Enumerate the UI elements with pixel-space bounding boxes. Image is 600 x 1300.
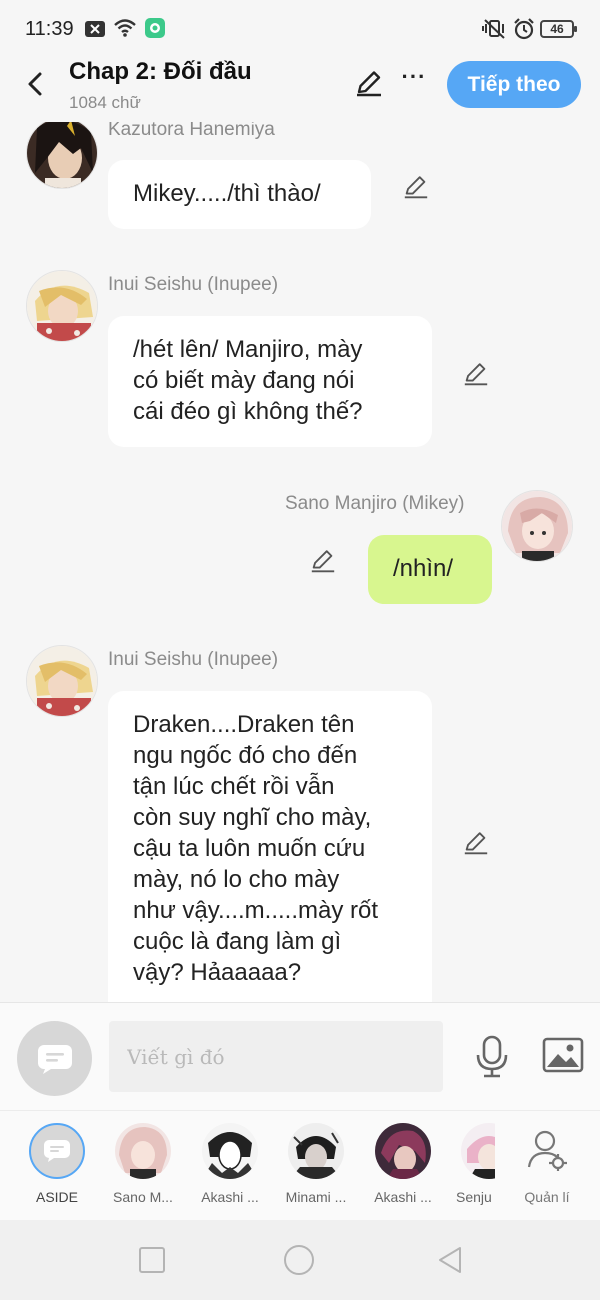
character-akashi-2[interactable]: Akashi ... <box>363 1123 443 1213</box>
character-sano[interactable]: Sano M... <box>103 1123 183 1213</box>
message-line: cuộc là đang làm gì <box>133 928 342 955</box>
message-line: như vậy....m.....mày rốt <box>133 897 379 924</box>
message-line: Draken....Draken tên <box>133 711 355 738</box>
more-options-icon[interactable]: ··· <box>400 66 428 96</box>
avatar-image <box>27 122 97 188</box>
character-label: Akashi ... <box>201 1189 259 1205</box>
message-line: cậu ta luôn muốn cứu <box>133 835 366 862</box>
vibrate-icon <box>482 19 505 39</box>
image-icon[interactable] <box>542 1037 584 1075</box>
word-count: 1084 chữ <box>69 93 141 112</box>
wifi-icon <box>114 19 136 37</box>
character-selector: ASIDE Sano M... Akashi ... Minami ... Ak… <box>0 1110 600 1220</box>
avatar-image <box>115 1123 171 1179</box>
message-line: cái đéo gì không thế? <box>133 398 363 425</box>
back-button[interactable] <box>20 66 50 102</box>
message-line: tận lúc chết rồi vẫn <box>133 773 335 800</box>
sender-name: Kazutora Hanemiya <box>108 122 275 140</box>
character-avatar <box>202 1123 258 1179</box>
avatar-inui[interactable] <box>26 270 98 342</box>
chat-bubble-icon <box>44 1140 70 1162</box>
user-settings-icon <box>527 1130 567 1171</box>
character-minami[interactable]: Minami ... <box>276 1123 356 1213</box>
compose-bar <box>0 1002 600 1110</box>
app-notification-icon <box>145 18 165 38</box>
message-line: mày, nó lo cho mày <box>133 866 340 893</box>
chapter-header: Chap 2: Đối đầu 1084 chữ ··· Tiếp theo <box>0 58 600 122</box>
sender-name: Sano Manjiro (Mikey) <box>285 493 465 514</box>
message-bubble[interactable]: Mikey...../thì thào/ <box>108 160 371 229</box>
manage-characters-button[interactable]: Quản lí <box>507 1123 587 1213</box>
character-aside[interactable]: ASIDE <box>17 1123 97 1213</box>
chat-area[interactable]: Kazutora Hanemiya Mikey...../thì thào/ I… <box>0 122 600 1002</box>
message-line: /hét lên/ Manjiro, mày <box>133 336 363 363</box>
avatar-image <box>375 1123 431 1179</box>
chat-bubble-icon <box>37 1044 72 1074</box>
message-bubble[interactable]: /nhìn/ <box>368 535 492 604</box>
sender-name: Inui Seishu (Inupee) <box>108 649 279 670</box>
avatar-mikey[interactable] <box>501 490 573 562</box>
home-icon[interactable] <box>283 1244 315 1276</box>
character-avatar <box>288 1123 344 1179</box>
message-line: còn suy nghĩ cho mày, <box>133 804 372 831</box>
edit-message-icon[interactable] <box>309 547 337 575</box>
edit-message-icon[interactable] <box>462 829 490 857</box>
chapter-title: Chap 2: Đối đầu <box>69 58 252 85</box>
message-line: vậy? Hảaaaaa? <box>133 959 302 986</box>
character-avatar <box>115 1123 171 1179</box>
avatar-kazutora[interactable] <box>26 122 98 189</box>
character-label: Minami ... <box>285 1189 347 1205</box>
character-label: Akashi ... <box>374 1189 432 1205</box>
next-chapter-button[interactable]: Tiếp theo <box>447 61 581 108</box>
character-senju[interactable]: Senju <box>441 1123 495 1213</box>
microphone-icon[interactable] <box>474 1035 510 1079</box>
character-akashi[interactable]: Akashi ... <box>190 1123 270 1213</box>
edit-message-icon[interactable] <box>462 360 490 388</box>
edit-title-icon[interactable] <box>354 68 384 98</box>
character-label: Quản lí <box>524 1189 570 1205</box>
character-label: Senju <box>456 1189 492 1205</box>
character-label: Sano M... <box>113 1189 173 1205</box>
system-nav-bar <box>0 1220 600 1300</box>
chevron-left-icon <box>28 72 42 96</box>
notification-x-icon <box>85 21 105 37</box>
avatar-image <box>461 1123 495 1179</box>
message-bubble[interactable]: Draken....Draken tên ngu ngốc đó cho đến… <box>108 691 432 1002</box>
message-bubble[interactable]: /hét lên/ Manjiro, mày có biết mày đang … <box>108 316 432 447</box>
character-label: ASIDE <box>35 1189 78 1205</box>
avatar-inui[interactable] <box>26 645 98 717</box>
back-nav-icon[interactable] <box>434 1244 466 1276</box>
message-text: /nhìn/ <box>393 555 454 582</box>
avatar-image <box>27 646 97 716</box>
aside-toggle-button[interactable] <box>17 1021 92 1096</box>
message-input[interactable] <box>109 1021 443 1092</box>
sender-name: Inui Seishu (Inupee) <box>108 274 279 295</box>
recent-apps-icon[interactable] <box>136 1244 168 1276</box>
avatar-image <box>27 271 97 341</box>
battery-indicator: 46 <box>540 20 577 38</box>
message-line: ngu ngốc đó cho đến <box>133 742 358 769</box>
edit-message-icon[interactable] <box>402 173 430 201</box>
message-line: có biết mày đang nói <box>133 367 355 394</box>
aside-avatar <box>29 1123 85 1179</box>
status-time: 11:39 <box>25 18 74 40</box>
message-text: Mikey...../thì thào/ <box>133 180 321 207</box>
alarm-icon <box>514 18 534 40</box>
character-avatar <box>461 1123 495 1179</box>
avatar-image <box>502 491 572 561</box>
avatar-image <box>202 1123 258 1179</box>
character-avatar <box>375 1123 431 1179</box>
avatar-image <box>288 1123 344 1179</box>
status-bar: 11:39 46 <box>0 0 600 58</box>
